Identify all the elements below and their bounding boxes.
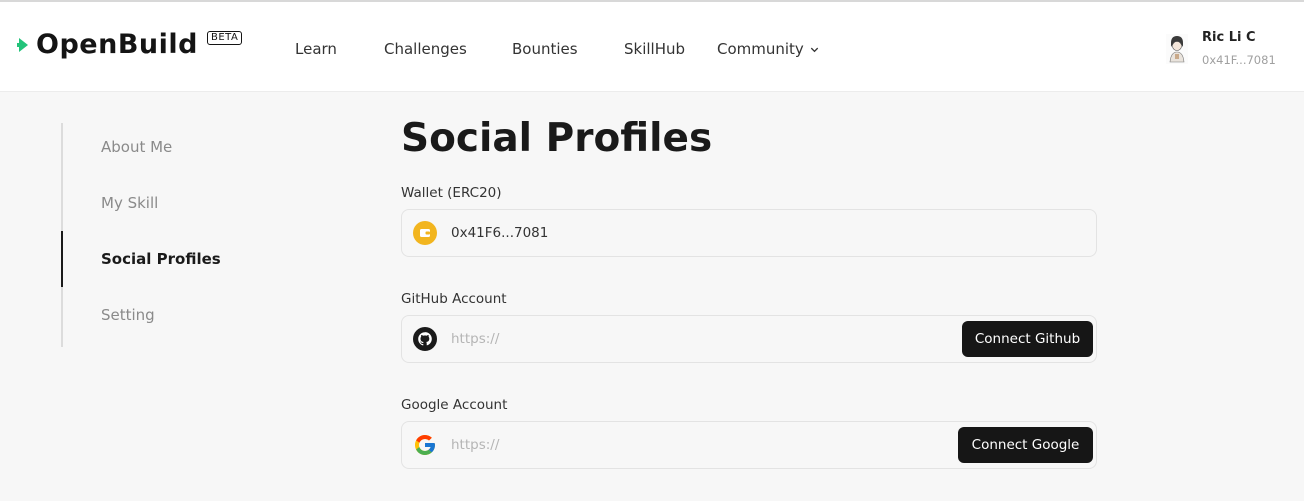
top-navigation-bar: OpenBuild BETA Learn Challenges Bounties… [0, 0, 1304, 92]
user-name: Ric Li C [1202, 30, 1256, 45]
nav-community[interactable]: Community [717, 39, 820, 59]
beta-badge: BETA [206, 31, 243, 45]
nav-challenges[interactable]: Challenges [384, 39, 467, 59]
chevron-down-icon [810, 47, 818, 53]
google-label: Google Account [401, 397, 508, 413]
avatar [1166, 34, 1188, 64]
github-label: GitHub Account [401, 291, 507, 307]
github-icon [413, 327, 437, 351]
nav-skillhub[interactable]: SkillHub [624, 39, 685, 59]
google-field: Connect Google [401, 421, 1097, 469]
nav-community-label: Community [717, 40, 804, 58]
sidebar-item-about-me[interactable]: About Me [61, 119, 301, 175]
logo-arrow-icon [17, 38, 28, 52]
wallet-field: 0x41F6...7081 [401, 209, 1097, 257]
nav-learn[interactable]: Learn [295, 39, 337, 59]
openbuild-logo[interactable]: OpenBuild BETA [17, 26, 243, 66]
user-address: 0x41F...7081 [1202, 53, 1276, 67]
brand-name: OpenBuild [36, 29, 198, 60]
wallet-address: 0x41F6...7081 [451, 225, 549, 241]
connect-google-button[interactable]: Connect Google [958, 427, 1093, 463]
sidebar-item-social-profiles[interactable]: Social Profiles [61, 231, 301, 287]
sidebar-item-my-skill[interactable]: My Skill [61, 175, 301, 231]
google-url-input[interactable] [451, 431, 891, 459]
github-field: Connect Github [401, 315, 1097, 363]
github-url-input[interactable] [451, 325, 891, 353]
sidebar-item-setting[interactable]: Setting [61, 287, 301, 343]
nav-bounties[interactable]: Bounties [512, 39, 578, 59]
google-icon [415, 435, 435, 455]
page-title: Social Profiles [401, 116, 713, 161]
wallet-label: Wallet (ERC20) [401, 185, 502, 201]
wallet-icon [413, 221, 437, 245]
connect-github-button[interactable]: Connect Github [962, 321, 1093, 357]
